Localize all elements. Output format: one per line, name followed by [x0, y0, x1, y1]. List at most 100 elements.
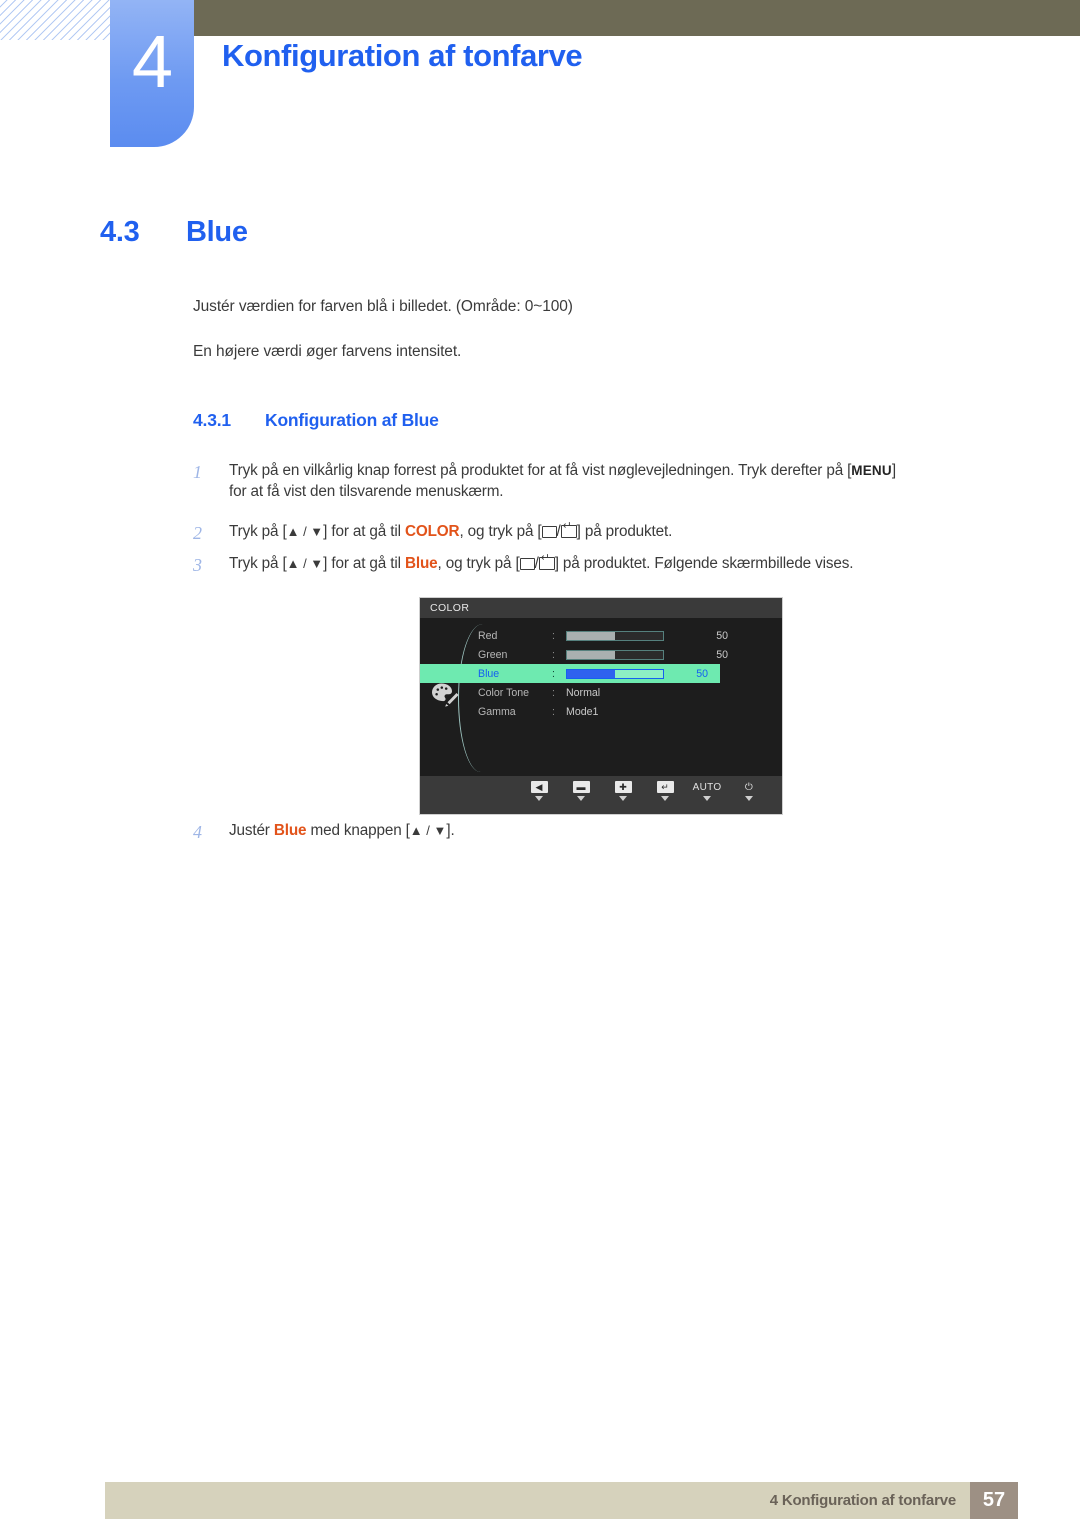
osd-row-value: 50 [716, 648, 728, 661]
updown-arrows-icon: ▲ / ▼ [409, 823, 447, 838]
osd-row-green[interactable]: Green : 50 [420, 645, 784, 664]
osd-row-colon: : [552, 705, 555, 718]
step-text: Tryk på en vilkårlig knap forrest på pro… [229, 460, 896, 502]
step-number: 4 [193, 822, 202, 842]
osd-row-colon: : [552, 629, 555, 642]
step-text: Tryk på [▲ / ▼] for at gå til Blue, og t… [229, 553, 853, 574]
step4-part1: Justér [229, 822, 274, 839]
keyword-color: COLOR [404, 523, 460, 540]
chapter-number: 4 [131, 20, 173, 103]
osd-slider-green[interactable] [566, 649, 664, 660]
caret-down-icon [745, 796, 753, 801]
osd-body: Red : 50 Green : 50 Blue : 50 Color Tone… [420, 618, 782, 776]
step3-part1: Tryk på [ [229, 555, 287, 572]
step2-part1: Tryk på [ [229, 523, 287, 540]
osd-plus-key[interactable]: ✚ [602, 781, 644, 801]
osd-row-value: 50 [696, 667, 708, 680]
footer-bar: 4 Konfiguration af tonfarve [105, 1482, 970, 1519]
osd-row-color-tone[interactable]: Color Tone : Normal [420, 683, 784, 702]
caret-down-icon [577, 796, 585, 801]
keyword-blue: Blue [404, 555, 438, 572]
osd-slider-blue[interactable] [566, 668, 664, 679]
step-item: 2 Tryk på [▲ / ▼] for at gå til COLOR, o… [193, 521, 672, 546]
minus-icon: ▬ [572, 781, 590, 793]
osd-slider-red[interactable] [566, 630, 664, 641]
osd-rows: Red : 50 Green : 50 Blue : 50 Color Tone… [420, 626, 784, 721]
caret-down-icon [661, 796, 669, 801]
step1-text-after: ] [891, 462, 896, 479]
osd-row-value: 50 [716, 629, 728, 642]
power-icon: ⏻ [744, 781, 754, 793]
subsection-title: Konfiguration af Blue [265, 410, 439, 430]
osd-title-bar: COLOR [420, 598, 782, 618]
step4-part3: ]. [446, 822, 455, 839]
step1-text-before: Tryk på en vilkårlig knap forrest på pro… [229, 462, 852, 479]
osd-row-label: Blue [478, 667, 500, 680]
chapter-title: Konfiguration af tonfarve [222, 38, 583, 73]
caret-down-icon [535, 796, 543, 801]
step2-part3: , og tryk på [ [459, 523, 542, 540]
osd-row-label: Color Tone [478, 686, 530, 699]
rectangle-key-icon [519, 558, 535, 570]
osd-row-colon: : [552, 686, 555, 699]
updown-arrows-icon: ▲ / ▼ [286, 524, 324, 539]
osd-slider-fill [567, 650, 615, 659]
step-number: 2 [193, 523, 202, 543]
back-icon: ◀ [530, 781, 548, 793]
osd-row-label: Green [478, 648, 508, 661]
subsection-number: 4.3.1 [193, 410, 231, 430]
osd-menu-screenshot: COLOR Red : 50 Green: 50 Blue: 50 Colo… [419, 597, 783, 815]
updown-arrows-icon: ▲ / ▼ [286, 556, 324, 571]
osd-row-label: Red [478, 629, 498, 642]
osd-row-colon: : [552, 648, 555, 661]
header-olive-band [193, 0, 1080, 36]
footer-text: 4 Konfiguration af tonfarve [769, 1492, 956, 1509]
keyword-blue: Blue [273, 822, 307, 839]
step-item: 4 Justér Blue med knappen [▲ / ▼]. [193, 820, 455, 845]
step-item: 3 Tryk på [▲ / ▼] for at gå til Blue, og… [193, 553, 853, 578]
step2-part2: ] for at gå til [323, 523, 405, 540]
subsection-heading: 4.3.1 Konfiguration af Blue [193, 410, 439, 431]
step3-part5: ] på produktet. Følgende skærmbillede vi… [554, 555, 854, 572]
osd-row-colon: : [552, 667, 555, 680]
decorative-hatch-pattern [0, 0, 112, 40]
step4-part2: med knappen [ [306, 822, 410, 839]
intro-paragraph-1: Justér værdien for farven blå i billedet… [193, 298, 573, 315]
step-number: 3 [193, 555, 202, 575]
osd-row-value: Mode1 [566, 705, 599, 718]
osd-row-red[interactable]: Red : 50 [420, 626, 784, 645]
menu-key-label: MENU [851, 463, 892, 478]
osd-power-key[interactable]: ⏻ [728, 781, 770, 801]
osd-row-label: Gamma [478, 705, 516, 718]
osd-slider-fill [567, 669, 615, 678]
osd-back-key[interactable]: ◀ [518, 781, 560, 801]
osd-minus-key[interactable]: ▬ [560, 781, 602, 801]
osd-key-bar: ◀ ▬ ✚ ↵ AUTO ⏻ [420, 776, 782, 814]
osd-slider-fill [567, 631, 615, 640]
plus-icon: ✚ [614, 781, 632, 793]
step-number: 1 [193, 462, 202, 482]
osd-auto-key[interactable]: AUTO [686, 781, 728, 801]
step3-part2: ] for at gå til [323, 555, 405, 572]
enter-icon: ↵ [656, 781, 674, 793]
osd-row-blue-selected[interactable]: Blue : 50 [420, 664, 720, 683]
section-title: Blue [186, 216, 248, 248]
osd-title: COLOR [430, 602, 470, 614]
step2-part5: ] på produktet. [576, 523, 673, 540]
caret-down-icon [703, 796, 711, 801]
page-number-badge: 57 [970, 1482, 1018, 1519]
section-number: 4.3 [100, 216, 140, 248]
step-text: Tryk på [▲ / ▼] for at gå til COLOR, og … [229, 521, 672, 542]
intro-paragraph-2: En højere værdi øger farvens intensitet. [193, 343, 462, 360]
caret-down-icon [619, 796, 627, 801]
rectangle-key-icon [541, 526, 557, 538]
step3-part3: , og tryk på [ [437, 555, 520, 572]
enter-key-icon [560, 521, 577, 538]
enter-key-icon [538, 553, 555, 570]
section-heading: 4.3 Blue [100, 216, 248, 249]
step-item: 1 Tryk på en vilkårlig knap forrest på p… [193, 460, 1008, 502]
osd-enter-key[interactable]: ↵ [644, 781, 686, 801]
step-text: Justér Blue med knappen [▲ / ▼]. [229, 820, 455, 841]
osd-row-gamma[interactable]: Gamma : Mode1 [420, 702, 784, 721]
step1-line2: for at få vist den tilsvarende menuskærm… [229, 483, 504, 501]
